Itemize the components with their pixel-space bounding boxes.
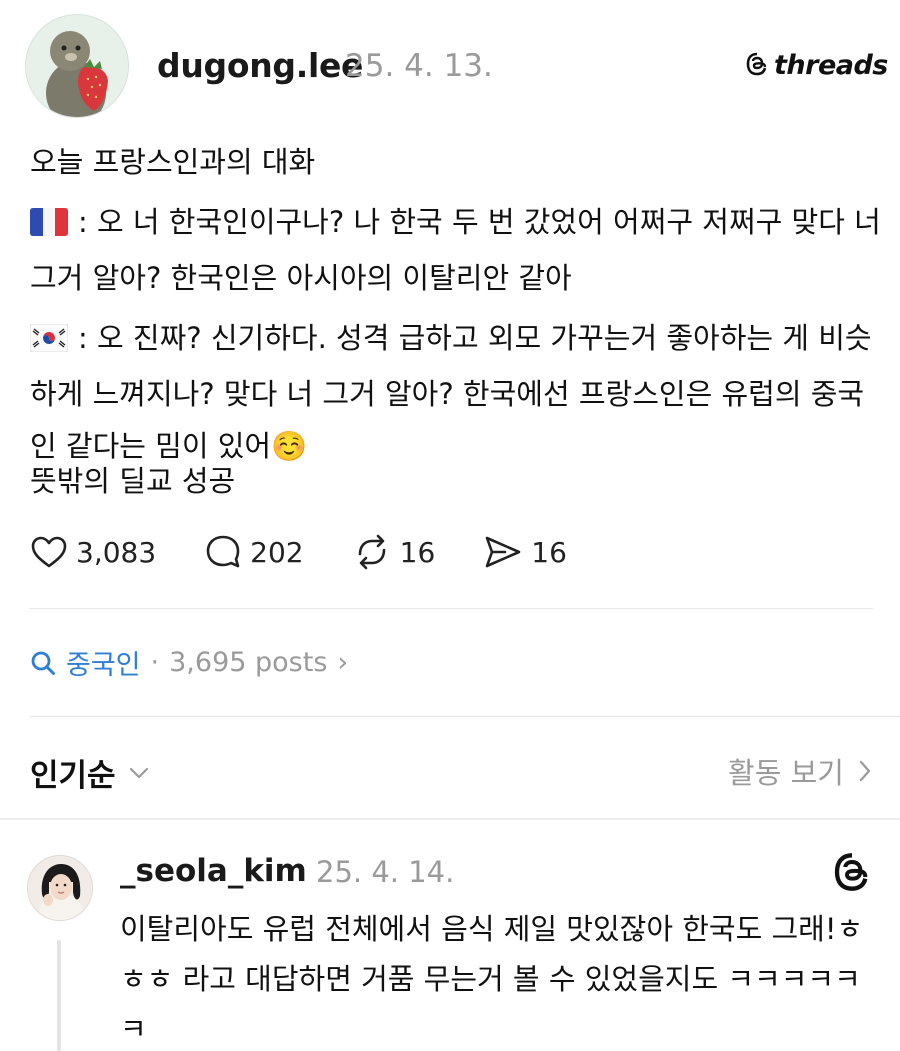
heart-icon (31, 536, 67, 568)
smiling-face-emoji: ☺️ (271, 429, 308, 463)
comment-button[interactable]: 202 (204, 534, 304, 570)
repost-icon (358, 534, 385, 570)
post-actions: 3,083 202 16 16 (30, 530, 615, 574)
comment-bubble-icon (206, 535, 240, 568)
post-line-france: : 오 너 한국인이구나? 나 한국 두 번 갔었어 어쩌구 저쩌구 맞다 너 … (29, 196, 890, 304)
threads-logo-icon (832, 852, 872, 896)
author-username[interactable]: dugong.lee (157, 46, 363, 85)
like-count: 3,083 (76, 535, 157, 569)
section-separator (0, 818, 900, 820)
reply-date: 25. 4. 14. (316, 855, 455, 889)
topic-separator: · (150, 647, 160, 678)
post-line-france-text: : 오 너 한국인이구나? 나 한국 두 번 갔었어 어쩌구 저쩌구 맞다 너 … (30, 205, 881, 295)
topic-link[interactable]: 중국인 · 3,695 posts › (30, 643, 348, 682)
flag-france-icon (29, 200, 69, 252)
sort-label: 인기순 (30, 758, 116, 794)
post-closing: 뜻밖의 딜교 성공 (30, 464, 236, 498)
chevron-down-icon (129, 767, 148, 778)
comment-count: 202 (250, 535, 304, 569)
reply-avatar[interactable] (27, 855, 93, 921)
reply-username[interactable]: _seola_kim (120, 853, 307, 889)
post-line-korea: : 오 진짜? 신기하다. 성격 급하고 외모 가꾸는거 좋아하는 게 비슷하게… (29, 312, 890, 472)
thread-connector-line (57, 940, 61, 1051)
share-count: 16 (531, 535, 567, 569)
chevron-right-icon (859, 760, 871, 782)
threads-wordmark: threads (774, 50, 888, 81)
search-icon (31, 651, 55, 675)
reply-text: 이탈리아도 유럽 전체에서 음식 제일 맛있잖아 한국도 그래!ㅎㅎㅎ 라고 대… (120, 912, 864, 1046)
post-body: 오늘 프랑스인과의 대화 : 오 너 한국인이구나? 나 한국 두 번 갔었어 … (29, 136, 890, 480)
like-button[interactable]: 3,083 (30, 535, 156, 569)
divider-topic (30, 716, 900, 717)
divider-actions (30, 608, 873, 609)
view-activity-link[interactable]: 활동 보기 (728, 750, 872, 792)
post-intro: 오늘 프랑스인과의 대화 (30, 145, 316, 179)
topic-post-count: 3,695 posts (169, 647, 328, 678)
send-icon (485, 536, 521, 568)
author-avatar[interactable] (25, 14, 129, 118)
post-line-korea-text: : 오 진짜? 신기하다. 성격 급하고 외모 가꾸는거 좋아하는 게 비슷하게… (30, 321, 872, 463)
threads-brand: threads (745, 50, 888, 81)
view-activity-label: 활동 보기 (728, 756, 844, 790)
share-button[interactable]: 16 (483, 534, 567, 570)
threads-logo-icon (745, 52, 769, 80)
chevron-right-icon: › (337, 647, 349, 678)
flag-korea-icon (29, 316, 69, 368)
repost-button[interactable]: 16 (352, 534, 436, 570)
repost-count: 16 (399, 535, 436, 569)
topic-name[interactable]: 중국인 (66, 643, 141, 682)
sort-dropdown[interactable]: 인기순 (30, 750, 150, 795)
post-date: 25. 4. 13. (345, 48, 493, 84)
